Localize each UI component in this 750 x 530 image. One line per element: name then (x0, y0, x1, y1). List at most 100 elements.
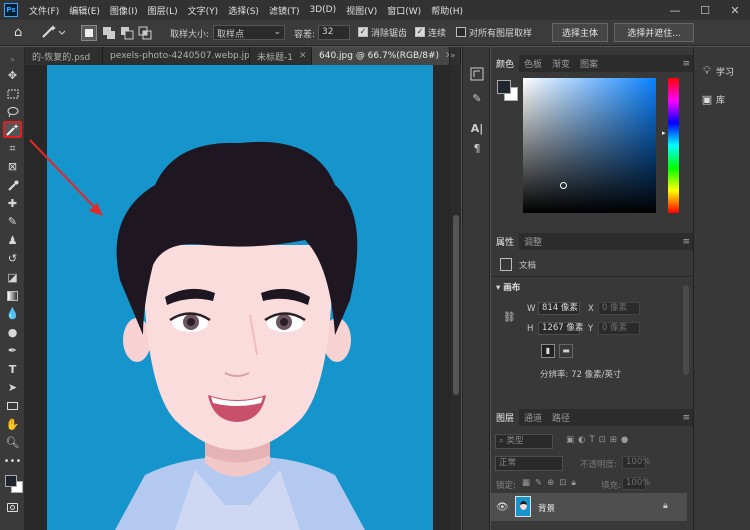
opacity-input[interactable]: 100% (622, 456, 650, 469)
color-field[interactable] (523, 78, 656, 213)
zoom-tool-icon[interactable]: 🔍︎ (3, 434, 22, 451)
tab-paths[interactable]: 路径 (547, 409, 575, 426)
antialias-checkbox[interactable]: ✓ (358, 27, 368, 37)
hue-pointer-icon[interactable]: ▸ (662, 129, 666, 137)
menu-image[interactable]: 图像(I) (105, 4, 143, 17)
minimize-button[interactable]: — (660, 0, 690, 20)
width-input[interactable]: 814 像素 (538, 302, 580, 315)
layer-filter-icons[interactable]: ▣◐T⊡⊞● (566, 435, 632, 445)
layer-filter-select[interactable]: ⌕ 类型 (495, 434, 553, 449)
close-button[interactable]: ✕ (720, 0, 750, 20)
x-input[interactable]: 0 像素 (598, 302, 640, 315)
marquee-tool-icon[interactable] (3, 85, 22, 102)
menu-window[interactable]: 窗口(W) (382, 4, 426, 17)
pen-tool-icon[interactable]: ✒ (3, 342, 22, 359)
lock-icons[interactable]: ▦✎⊕⊡🔒︎ (522, 478, 581, 488)
blend-mode-select[interactable]: 正常 (495, 456, 563, 471)
eyedropper-tool-icon[interactable] (3, 177, 22, 194)
menu-view[interactable]: 视图(V) (341, 4, 382, 17)
paragraph-panel-icon[interactable]: ¶ (468, 139, 486, 157)
portrait-orientation-icon[interactable]: ▮ (541, 344, 555, 358)
link-dimensions-icon[interactable]: ⛓ (503, 312, 516, 323)
gradient-tool-icon[interactable] (3, 287, 22, 304)
learn-button[interactable]: 💡︎ 学习 (698, 61, 748, 81)
scroll-thumb[interactable] (453, 215, 459, 395)
tab-color[interactable]: 颜色 (491, 55, 520, 72)
path-selection-icon[interactable]: ➤ (3, 379, 22, 396)
collapse-icon[interactable]: » (3, 51, 22, 68)
more-tools-icon[interactable]: ••• (3, 453, 22, 470)
menu-filter[interactable]: 滤镜(T) (264, 4, 305, 17)
fill-input[interactable]: 100% (622, 477, 650, 490)
menu-layer[interactable]: 图层(L) (143, 4, 183, 17)
panel-menu-icon[interactable]: ≡ (682, 237, 689, 247)
tab-layers[interactable]: 图层 (491, 409, 520, 426)
brush-tool-icon[interactable]: ✎ (3, 213, 22, 230)
canvas-vertical-scrollbar[interactable] (451, 65, 461, 530)
menu-type[interactable]: 文字(Y) (183, 4, 224, 17)
subtract-from-selection-icon[interactable] (119, 25, 135, 41)
frame-tool-icon[interactable]: ⊠ (3, 158, 22, 175)
tab-untitled[interactable]: 未标题-1 ✕ (250, 47, 312, 65)
menu-edit[interactable]: 编辑(E) (64, 4, 105, 17)
layer-name[interactable]: 背景 (538, 502, 555, 514)
select-and-mask-button[interactable]: 选择并遮住... (614, 23, 694, 42)
rectangle-tool-icon[interactable] (3, 397, 22, 414)
tab-pexels-photo[interactable]: pexels-photo-4240507.webp.jpg✕ (103, 47, 250, 65)
close-tab-icon[interactable]: ✕ (299, 51, 307, 61)
tab-recovered-psd[interactable]: 的-恢复的.psd (25, 47, 103, 65)
all-layers-checkbox[interactable] (456, 27, 466, 37)
eraser-tool-icon[interactable]: ◪ (3, 269, 22, 286)
menu-help[interactable]: 帮助(H) (426, 4, 468, 17)
visibility-eye-icon[interactable]: 👁︎ (496, 502, 509, 513)
more-tabs-icon[interactable]: » (450, 47, 461, 65)
landscape-orientation-icon[interactable]: ▬ (559, 344, 573, 358)
tab-swatches[interactable]: 色板 (519, 55, 547, 72)
intersect-selection-icon[interactable] (137, 25, 153, 41)
tab-adjustments[interactable]: 调整 (519, 233, 547, 250)
history-panel-icon[interactable] (468, 65, 486, 83)
tab-patterns[interactable]: 图案 (575, 55, 603, 72)
menu-file[interactable]: 文件(F) (24, 4, 64, 17)
layer-row-background[interactable]: 👁︎ 背景 🔒︎ (491, 493, 687, 521)
home-icon[interactable]: ⌂ (14, 25, 30, 41)
sample-size-select[interactable]: 取样点 ⌄ (213, 25, 285, 40)
tab-channels[interactable]: 通道 (519, 409, 547, 426)
new-selection-icon[interactable] (81, 25, 97, 41)
canvas-section-label[interactable]: ▾ 画布 (496, 281, 520, 293)
panel-menu-icon[interactable]: ≡ (682, 59, 689, 69)
options-bar: ⌂ 取样大小: 取样点 ⌄ 容差: 32 ✓ 消除锯齿 ✓ 连续 对所有图层取样 … (0, 20, 750, 46)
history-brush-icon[interactable]: ↺ (3, 250, 22, 267)
contiguous-checkbox[interactable]: ✓ (415, 27, 425, 37)
menu-3d[interactable]: 3D(D) (304, 5, 341, 15)
maximize-button[interactable]: ☐ (690, 0, 720, 20)
lasso-tool-icon[interactable] (3, 103, 22, 120)
tab-properties[interactable]: 属性 (491, 233, 520, 250)
add-to-selection-icon[interactable] (101, 25, 117, 41)
menu-select[interactable]: 选择(S) (223, 4, 264, 17)
dodge-tool-icon[interactable]: ● (3, 324, 22, 341)
crop-tool-icon[interactable]: ⌗ (3, 140, 22, 157)
brush-settings-icon[interactable]: ✎ (468, 89, 486, 107)
character-panel-icon[interactable]: A| (468, 119, 486, 137)
tolerance-input[interactable]: 32 (318, 25, 350, 40)
clone-stamp-icon[interactable]: ♟ (3, 232, 22, 249)
hand-tool-icon[interactable]: ✋ (3, 416, 22, 433)
height-input[interactable]: 1267 像素 (538, 322, 583, 335)
canvas-image[interactable] (25, 65, 451, 530)
quick-mask-icon[interactable] (3, 499, 22, 516)
tab-gradients[interactable]: 渐变 (547, 55, 575, 72)
blur-tool-icon[interactable]: 💧 (3, 305, 22, 322)
panel-menu-icon[interactable]: ≡ (682, 413, 689, 423)
properties-scroll[interactable] (683, 285, 689, 375)
hue-slider[interactable] (668, 78, 679, 213)
magic-wand-tool-icon[interactable] (3, 121, 22, 138)
healing-brush-icon[interactable]: ✚ (3, 195, 22, 212)
select-subject-button[interactable]: 选择主体 (552, 23, 608, 42)
type-tool-icon[interactable]: T (3, 361, 22, 378)
tab-640-jpg[interactable]: 640.jpg @ 66.7%(RGB/8#)✕ (312, 47, 450, 65)
move-tool-icon[interactable]: ✥ (3, 67, 22, 84)
magic-wand-preset-icon[interactable] (40, 24, 70, 42)
y-input[interactable]: 0 像素 (598, 322, 640, 335)
library-button[interactable]: ▣ 库 (698, 89, 748, 109)
